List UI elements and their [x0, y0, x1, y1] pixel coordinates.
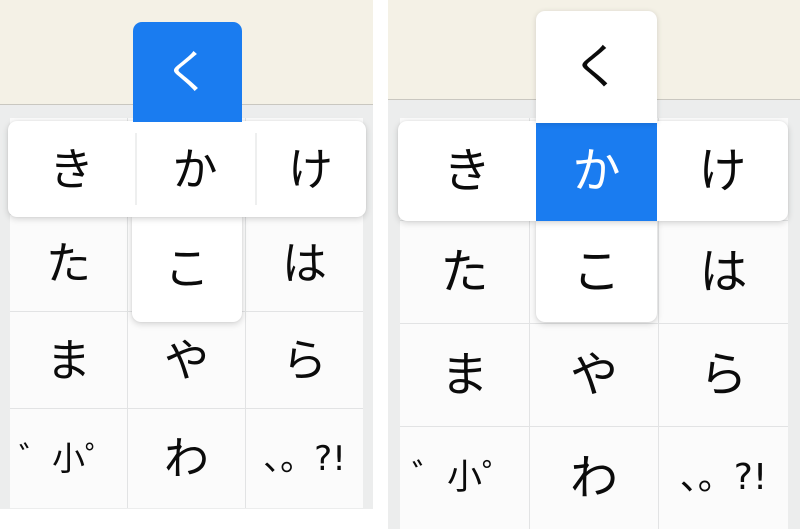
key-ma-right[interactable]: ま [400, 324, 530, 427]
keyboard-panel-left: き か け た こ は ま や [0, 0, 373, 509]
key-label: は [699, 244, 748, 300]
key-label: や [569, 347, 618, 403]
keyboard-panel-right: き か け た こ は ま や [388, 0, 800, 529]
raised-key-ke-left[interactable]: け [255, 121, 366, 217]
key-label: ま [440, 347, 489, 403]
key-ha-left[interactable]: は [246, 215, 363, 312]
key-ta-right[interactable]: た [400, 221, 530, 324]
key-ra-right[interactable]: ら [659, 324, 788, 427]
raised-key-ko-right[interactable]: こ [536, 221, 657, 322]
raised-key-row-right[interactable]: き か け [398, 121, 788, 221]
raised-key-ki-right[interactable]: き [398, 121, 536, 221]
key-punctuation-left[interactable]: 、。?! [246, 409, 363, 508]
key-label: ゛小゜ [19, 439, 118, 478]
key-label: ゛小゜ [411, 457, 517, 498]
key-small-dakuten-right[interactable]: ゛小゜ [400, 427, 530, 529]
key-label: 、。?! [263, 438, 346, 479]
key-label: き [442, 143, 491, 199]
key-label: た [45, 236, 91, 290]
key-label: わ [163, 432, 209, 485]
flick-popup-ku-right[interactable]: く [536, 11, 657, 123]
key-punctuation-right[interactable]: 、。?! [659, 427, 788, 529]
key-wa-left[interactable]: わ [128, 409, 246, 508]
key-label: こ [164, 242, 210, 295]
key-wa-right[interactable]: わ [530, 427, 659, 529]
key-label: け [287, 142, 333, 196]
key-label: 、。?! [679, 457, 768, 498]
key-ha-right[interactable]: は [659, 221, 788, 324]
key-label: こ [572, 243, 621, 300]
flick-popup-label: く [164, 45, 211, 99]
raised-key-ki-left[interactable]: き [8, 121, 135, 217]
key-label: か [172, 142, 218, 196]
raised-key-row-left[interactable]: き か け [8, 121, 366, 217]
key-label: き [48, 142, 94, 196]
key-label: た [440, 244, 489, 300]
key-label: や [163, 333, 209, 387]
raised-key-ka-right-selected[interactable]: か [536, 121, 657, 221]
key-ya-left[interactable]: や [128, 312, 246, 409]
raised-key-ko-left[interactable]: こ [132, 215, 242, 322]
key-ra-left[interactable]: ら [246, 312, 363, 409]
key-small-dakuten-left[interactable]: ゛小゜ [10, 409, 128, 508]
raised-key-ke-right[interactable]: け [657, 121, 788, 221]
key-ma-left[interactable]: ま [10, 312, 128, 409]
key-label: は [281, 236, 327, 290]
key-label: ら [699, 347, 748, 403]
key-ta-left[interactable]: た [10, 215, 128, 312]
raised-key-ka-left[interactable]: か [135, 121, 255, 217]
flick-popup-label: く [572, 39, 621, 95]
key-label: わ [569, 450, 618, 506]
key-ya-right[interactable]: や [530, 324, 659, 427]
key-label: け [698, 143, 747, 199]
key-label: ら [281, 333, 327, 387]
key-label: ま [45, 333, 91, 387]
flick-popup-ku-left[interactable]: く [133, 22, 242, 122]
key-label: か [572, 143, 621, 199]
screenshot-root: き か け た こ は ま や [0, 0, 800, 529]
